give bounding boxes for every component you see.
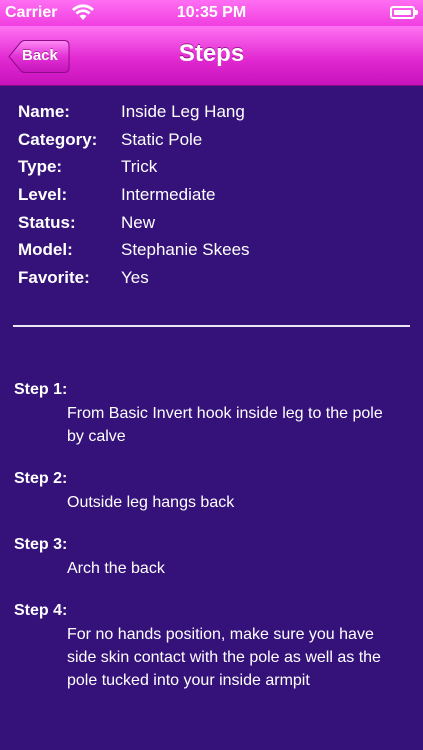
detail-value: Yes	[121, 268, 149, 288]
detail-row-status: Status: New	[18, 213, 408, 241]
detail-label: Model:	[18, 240, 73, 260]
step-item: Step 3: Arch the back	[14, 535, 404, 580]
status-bar: Carrier 10:35 PM	[0, 0, 423, 26]
step-item: Step 4: For no hands position, make sure…	[14, 601, 404, 692]
step-title: Step 4:	[14, 602, 68, 619]
step-title: Step 2:	[14, 470, 68, 487]
page-title: Steps	[178, 40, 245, 67]
detail-value: Inside Leg Hang	[121, 102, 245, 121]
step-text: Arch the back	[67, 560, 165, 577]
battery-icon	[390, 6, 418, 19]
detail-row-category: Category: Static Pole	[18, 130, 408, 158]
detail-label: Name:	[18, 102, 70, 121]
detail-value: Stephanie Skees	[121, 240, 250, 260]
detail-value: Static Pole	[121, 129, 203, 149]
step-text: For no hands position, make sure you hav…	[67, 626, 381, 689]
step-title: Step 3:	[14, 536, 68, 553]
step-text: From Basic Invert hook inside leg to the…	[67, 405, 383, 445]
trick-details: Name: Inside Leg Hang Category: Static P…	[18, 102, 408, 296]
detail-label: Type:	[18, 157, 63, 177]
status-time: 10:35 PM	[176, 4, 247, 21]
detail-label: Level:	[18, 185, 68, 205]
step-text: Outside leg hangs back	[67, 494, 235, 511]
detail-row-model: Model: Stephanie Skees	[18, 240, 408, 268]
detail-row-level: Level: Intermediate	[18, 185, 408, 213]
steps-list: Step 1: From Basic Invert hook inside le…	[14, 380, 404, 713]
detail-label: Status:	[18, 212, 76, 232]
detail-row-favorite: Favorite: Yes	[18, 268, 408, 296]
detail-row-name: Name: Inside Leg Hang	[18, 102, 408, 130]
navigation-bar: Back Steps	[0, 26, 423, 86]
step-item: Step 1: From Basic Invert hook inside le…	[14, 380, 404, 448]
step-title: Step 1:	[14, 381, 68, 398]
section-divider	[13, 325, 410, 327]
detail-label: Category:	[18, 129, 98, 149]
detail-value: New	[121, 212, 156, 232]
step-item: Step 2: Outside leg hangs back	[14, 469, 404, 514]
detail-value: Trick	[121, 157, 158, 177]
detail-label: Favorite:	[18, 268, 90, 288]
detail-row-type: Type: Trick	[18, 157, 408, 185]
detail-value: Intermediate	[121, 185, 216, 205]
